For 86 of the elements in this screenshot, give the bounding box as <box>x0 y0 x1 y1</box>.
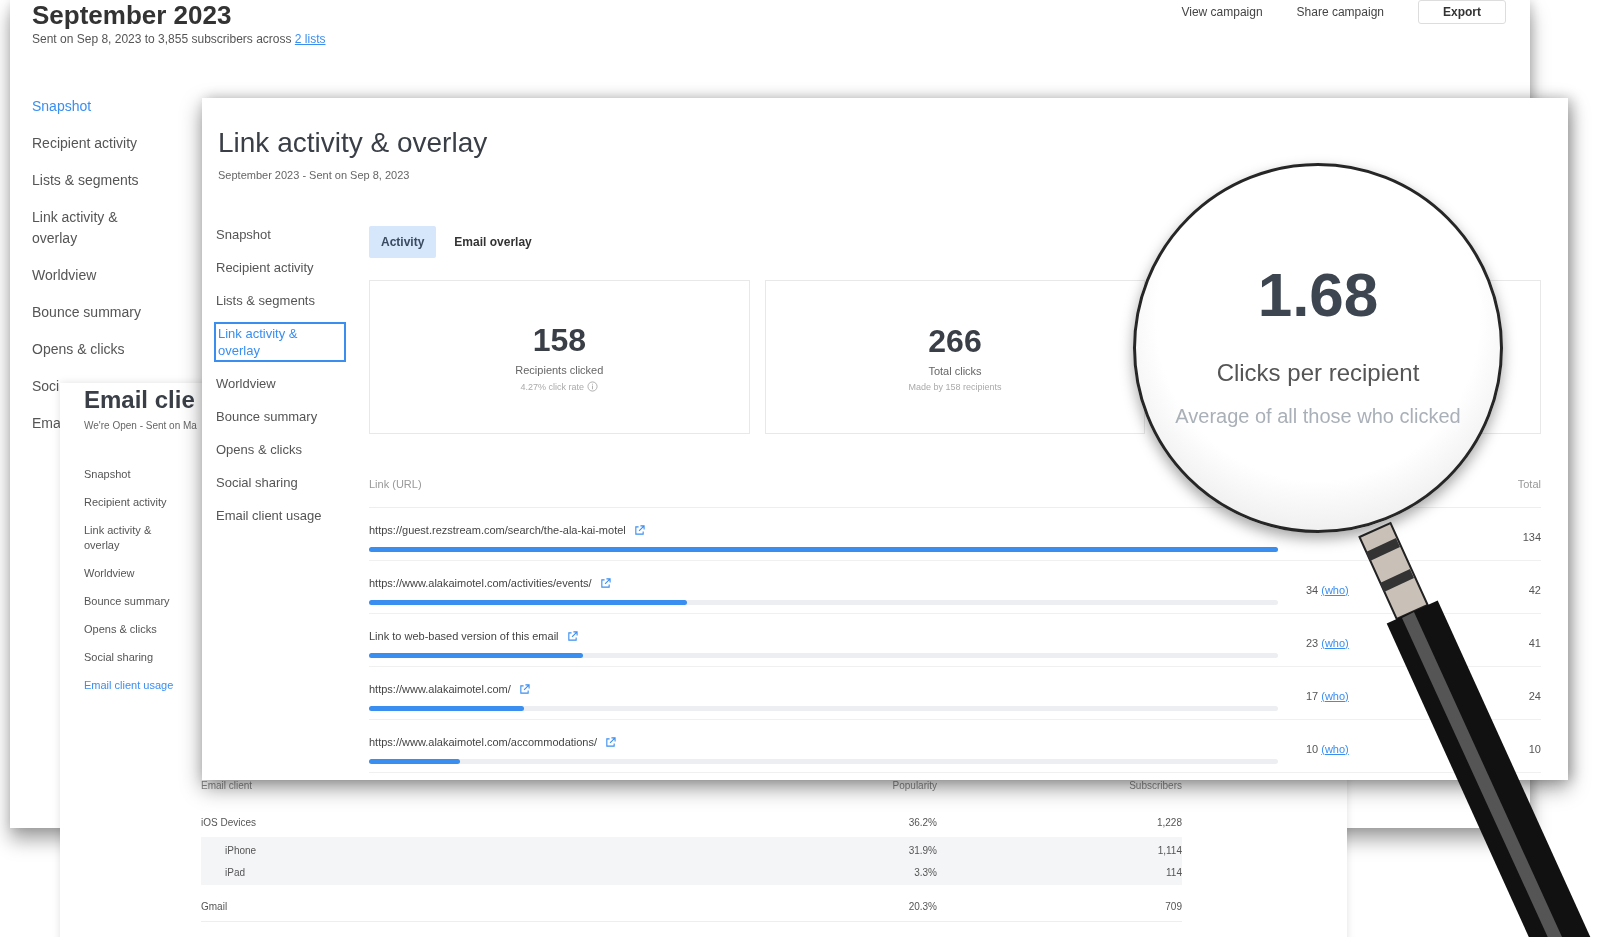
table-cell: 10 <box>1528 743 1541 755</box>
link-url[interactable]: https://guest.rezstream.com/search/the-ala-kai-motel <box>369 522 626 538</box>
sidebar-item[interactable]: Ema <box>32 413 61 434</box>
stat-note: Average of all those who clicked <box>1175 404 1461 429</box>
column-header: Popularity <box>891 779 937 791</box>
stat-value: 266 <box>928 322 982 359</box>
who-link[interactable]: (who) <box>1321 743 1349 755</box>
stat-value: 158 <box>532 322 587 358</box>
stat-note: 4.27% click rate <box>520 381 585 392</box>
table-cell: 41 <box>1528 637 1541 649</box>
sidebar-item[interactable]: Link activity & overlay <box>84 523 184 553</box>
column-header: Subscribers <box>1128 779 1182 791</box>
table-cell-text: Gmail <box>201 900 229 912</box>
table-cell: 10 <box>1306 743 1319 755</box>
sidebar-item[interactable]: Worldview <box>84 566 135 581</box>
stat-value: 1.68 <box>1257 262 1379 328</box>
header-link[interactable]: View campaign <box>1181 5 1263 19</box>
table-cell-text: iOS Devices <box>201 816 257 828</box>
page-subtitle: We're Open - Sent on Ma <box>84 419 197 433</box>
table-cell-text: 1,114 <box>1156 844 1182 856</box>
tab[interactable]: Email overlay <box>446 226 540 258</box>
sidebar-item[interactable]: Social sharing <box>214 474 298 491</box>
page-subtitle: Sent on Sep 8, 2023 to 3,855 subscribers across 2 lists <box>32 32 326 46</box>
sidebar-item[interactable]: Link activity & overlay <box>214 322 346 362</box>
header-link[interactable]: Share campaign <box>1296 5 1384 19</box>
info-icon[interactable] <box>587 381 599 392</box>
sidebar-item[interactable]: Opens & clicks <box>214 441 302 458</box>
export-button[interactable]: Export <box>1418 0 1506 24</box>
sidebar-item[interactable]: Opens & clicks <box>84 622 157 637</box>
sidebar-item[interactable]: Worldview <box>32 265 97 286</box>
sidebar-item[interactable]: Soci <box>32 376 60 397</box>
page-title: Email clie <box>84 385 195 415</box>
sidebar-item[interactable]: Link activity & overlay <box>32 207 152 249</box>
tab[interactable]: Activity <box>369 226 437 258</box>
stat-note: Made by 158 recipients <box>908 381 1002 392</box>
table-cell: 134 <box>1522 531 1541 543</box>
page-title: Link activity & overlay <box>217 126 489 160</box>
table-cell-text: 1,228 <box>1155 816 1182 828</box>
table-cell-text: 709 <box>1164 900 1182 912</box>
table-cell: 17 <box>1306 690 1319 702</box>
sidebar-item[interactable]: Opens & clicks <box>32 339 125 360</box>
sidebar-item[interactable]: Email client usage <box>214 507 322 524</box>
sidebar-item[interactable]: Snapshot <box>84 467 131 482</box>
link-url[interactable]: https://www.alakaimotel.com/ <box>369 681 511 697</box>
external-link-icon[interactable] <box>633 524 645 536</box>
link-url[interactable]: Link to web-based version of this email <box>369 628 559 644</box>
external-link-icon[interactable] <box>605 736 617 748</box>
page-subtitle: September 2023 - Sent on Sep 8, 2023 <box>217 168 411 182</box>
sidebar-item[interactable]: Recipient activity <box>32 133 138 154</box>
stat-label: Clicks per recipient <box>1216 358 1420 388</box>
table-cell-text: 36.2% <box>907 816 937 828</box>
sidebar-item[interactable]: Bounce summary <box>32 302 141 323</box>
page-title: September 2023 <box>32 0 233 30</box>
external-link-icon[interactable] <box>566 630 578 642</box>
stat-label: Total clicks <box>928 364 982 377</box>
sidebar-item[interactable]: Snapshot <box>214 226 271 243</box>
lists-link[interactable]: 2 lists <box>294 32 326 46</box>
sidebar-item[interactable]: Worldview <box>214 375 276 392</box>
sidebar-item[interactable]: Social sharing <box>84 650 154 665</box>
stat-label: Recipients clicked <box>515 364 604 376</box>
table-cell-text: iPhone <box>224 844 258 856</box>
column-header: Email client <box>201 779 254 791</box>
link-url[interactable]: https://www.alakaimotel.com/accommodations/ <box>369 734 598 750</box>
sidebar-item[interactable]: Recipient activity <box>84 495 167 510</box>
column-header: Total <box>1517 477 1541 492</box>
sidebar-item[interactable]: Lists & segments <box>214 292 315 309</box>
table-cell-text: 31.9% <box>907 844 937 856</box>
column-header: Link (URL) <box>369 477 422 492</box>
who-link[interactable]: (who) <box>1321 584 1349 596</box>
table-cell-text: iPad <box>224 866 246 878</box>
external-link-icon[interactable] <box>599 577 611 589</box>
who-link[interactable]: (who) <box>1321 690 1349 702</box>
link-url[interactable]: https://www.alakaimotel.com/activities/events/ <box>369 575 592 591</box>
table-cell-text: 114 <box>1165 866 1182 878</box>
sidebar-item[interactable]: Bounce summary <box>84 594 170 609</box>
external-link-icon[interactable] <box>518 683 530 695</box>
table-cell: 23 <box>1306 637 1319 649</box>
sidebar-item[interactable]: Lists & segments <box>32 170 139 191</box>
who-link[interactable]: (who) <box>1321 637 1349 649</box>
table-cell: 34 <box>1306 584 1319 596</box>
table-cell-text: 20.3% <box>907 900 937 912</box>
table-cell: 42 <box>1528 584 1541 596</box>
table-cell-text: 3.3% <box>913 866 937 878</box>
table-cell: 24 <box>1528 690 1541 702</box>
sidebar-item[interactable]: Recipient activity <box>214 259 314 276</box>
sidebar-item[interactable]: Bounce summary <box>214 408 318 425</box>
